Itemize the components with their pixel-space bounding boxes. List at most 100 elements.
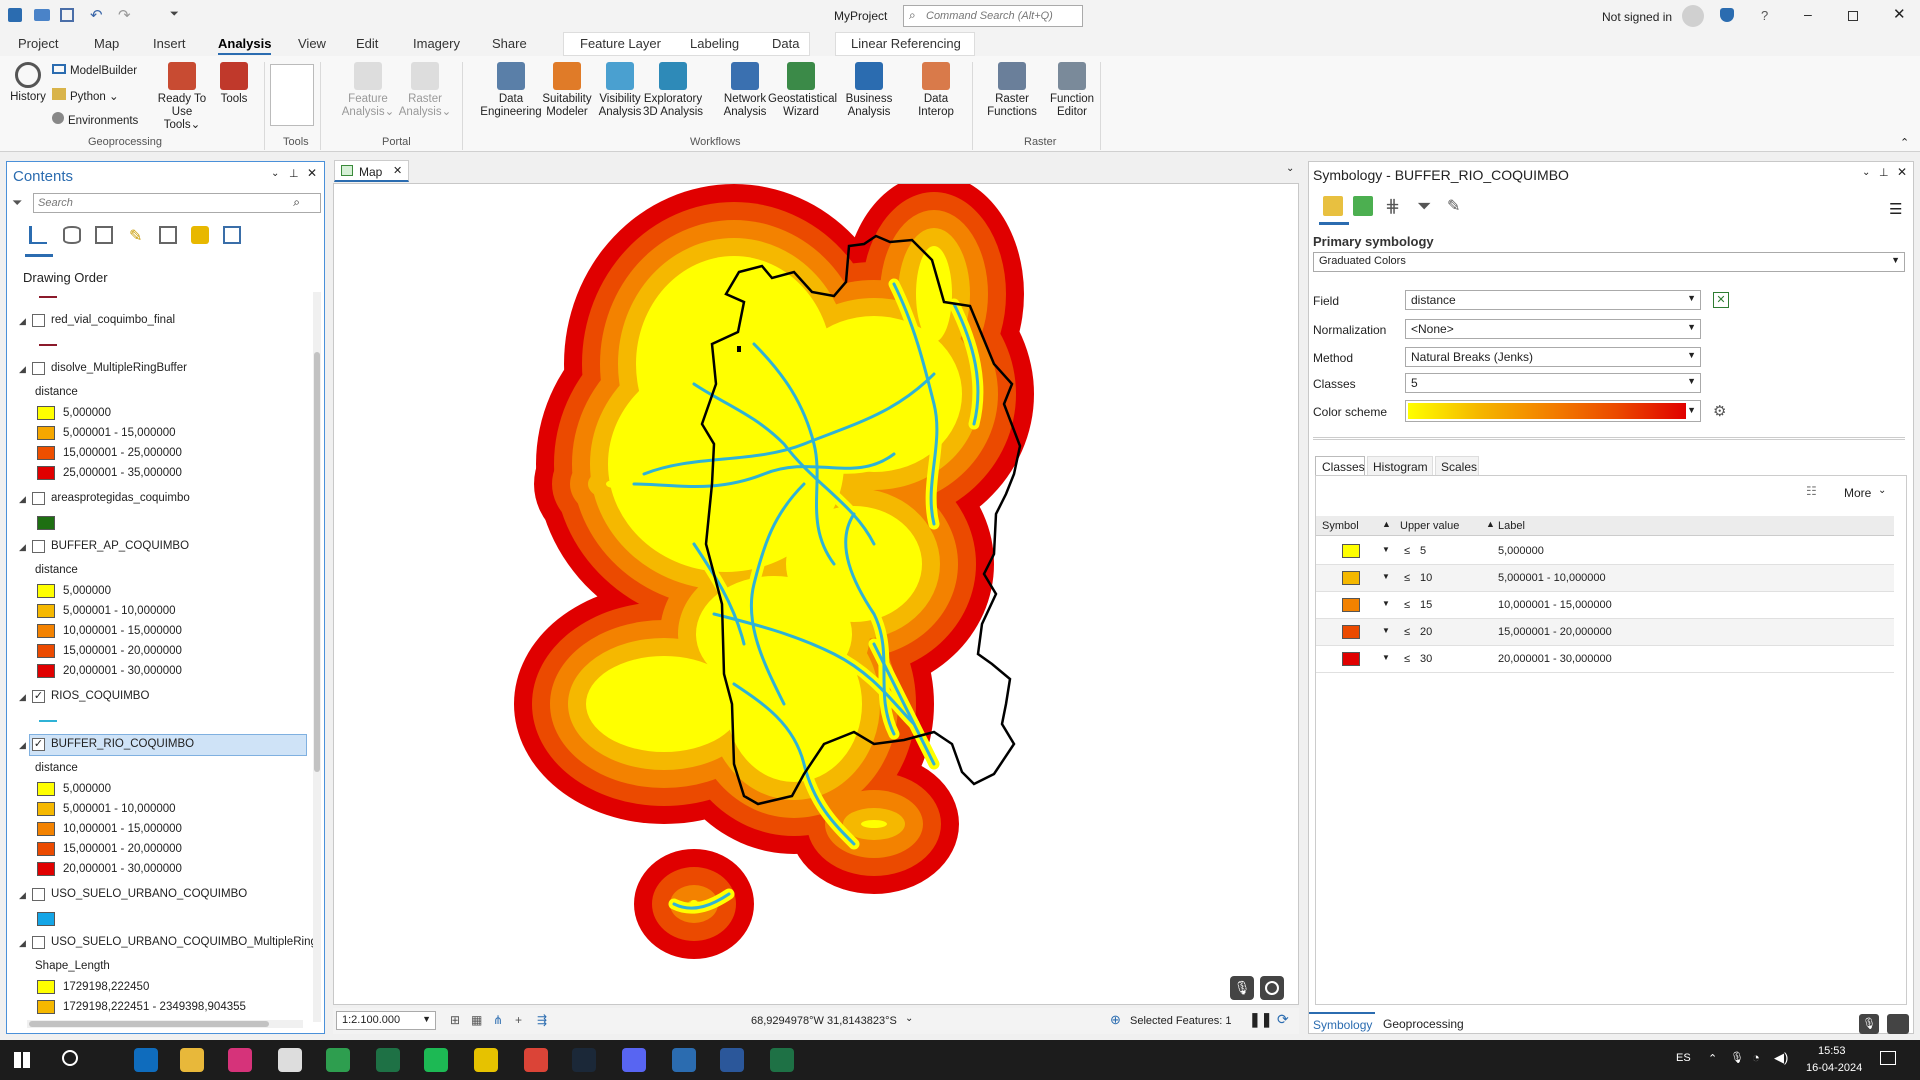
layer-name[interactable]: USO_SUELO_URBANO_COQUIMBO_MultipleRing <box>51 936 317 948</box>
workflow-button-5[interactable]: Geostatistical Wizard <box>768 62 837 119</box>
navigator-button[interactable] <box>1887 1014 1909 1034</box>
vary-symbology-icon[interactable] <box>1353 196 1373 216</box>
layer-visibility-checkbox[interactable] <box>32 314 45 327</box>
class-row[interactable]: ▼ ≤20 15,000001 - 20,000000 <box>1316 619 1894 646</box>
steam-icon[interactable] <box>572 1048 596 1072</box>
color-scheme-settings-icon[interactable]: ⚙ <box>1713 402 1726 420</box>
microphone-button[interactable]: 🎙 <box>1230 976 1254 1000</box>
advanced-icon[interactable]: ✎ <box>1447 196 1460 216</box>
language-indicator[interactable]: ES <box>1676 1052 1691 1064</box>
toc-hscrollbar[interactable] <box>27 1020 303 1028</box>
scale-selector[interactable]: 1:2.100.000 ▼ <box>336 1011 436 1030</box>
tab-feature-layer[interactable]: Feature Layer <box>580 36 661 51</box>
pin-icon[interactable]: ⊥ <box>289 167 299 180</box>
class-swatch[interactable] <box>37 802 55 816</box>
python-button[interactable]: Python ⌄ <box>52 88 119 104</box>
expand-toggle-icon[interactable]: ◢ <box>19 740 26 751</box>
layer-name[interactable]: BUFFER_AP_COQUIMBO <box>51 540 189 552</box>
class-swatch[interactable] <box>37 624 55 638</box>
excel-icon[interactable] <box>376 1048 400 1072</box>
environments-button[interactable]: Environments <box>52 112 138 128</box>
chevron-down-icon[interactable]: ▼ <box>1382 626 1390 635</box>
expand-toggle-icon[interactable]: ◢ <box>19 938 26 949</box>
close-icon[interactable]: ✕ <box>1893 5 1906 23</box>
tab-labeling[interactable]: Labeling <box>690 36 739 51</box>
class-symbol-swatch[interactable] <box>1342 544 1360 558</box>
tools-gallery[interactable] <box>270 64 314 126</box>
pane-menu-icon[interactable]: ⌄ <box>271 168 279 179</box>
workflow-button-3[interactable]: Exploratory 3D Analysis <box>640 62 706 119</box>
close-tab-icon[interactable]: ✕ <box>393 164 402 177</box>
layer-visibility-checkbox[interactable] <box>32 362 45 375</box>
layer-name[interactable]: red_vial_coquimbo_final <box>51 314 175 326</box>
class-swatch[interactable] <box>37 842 55 856</box>
class-row[interactable]: ▼ ≤15 10,000001 - 15,000000 <box>1316 592 1894 619</box>
class-swatch[interactable] <box>37 516 55 530</box>
chevron-down-icon[interactable]: ▼ <box>1382 599 1390 608</box>
expand-toggle-icon[interactable]: ◢ <box>19 364 26 375</box>
sign-in-status[interactable]: Not signed in <box>1602 10 1672 24</box>
col-label[interactable]: Label <box>1498 520 1525 532</box>
search-icon[interactable] <box>62 1050 78 1066</box>
class-swatch[interactable] <box>37 664 55 678</box>
class-swatch[interactable] <box>37 912 55 926</box>
redo-icon[interactable]: ↷ <box>118 6 131 24</box>
filter-icon[interactable]: ⏷ <box>12 195 22 211</box>
class-row[interactable]: ▼ ≤5 5,000000 <box>1316 538 1894 565</box>
map-canvas[interactable] <box>334 184 1299 1005</box>
layer-name[interactable]: USO_SUELO_URBANO_COQUIMBO <box>51 888 247 900</box>
minimize-icon[interactable]: – <box>1804 6 1812 22</box>
pause-drawing-icon[interactable]: ❚❚ <box>1249 1011 1272 1028</box>
class-swatch[interactable] <box>37 426 55 440</box>
expand-toggle-icon[interactable]: ◢ <box>19 542 26 553</box>
pin-icon[interactable]: ⊥ <box>1879 166 1889 179</box>
google-drive-icon[interactable] <box>326 1048 350 1072</box>
layer-name[interactable]: BUFFER_RIO_COQUIMBO <box>51 738 194 750</box>
class-symbol-swatch[interactable] <box>1342 571 1360 585</box>
chevron-down-icon[interactable]: ▼ <box>1382 545 1390 554</box>
user-avatar-icon[interactable] <box>1682 5 1704 27</box>
expand-toggle-icon[interactable]: ◢ <box>19 494 26 505</box>
map-view[interactable]: 🎙 <box>333 183 1299 1005</box>
table-options-icon[interactable]: ☷ <box>1806 484 1817 498</box>
class-swatch[interactable] <box>37 446 55 460</box>
more-menu[interactable]: More <box>1844 486 1871 500</box>
layer-visibility-checkbox[interactable]: ✓ <box>32 738 45 751</box>
raster-button-1[interactable]: Function Editor <box>1042 62 1102 119</box>
splitter[interactable] <box>1313 437 1905 440</box>
raster-button-0[interactable]: Raster Functions <box>982 62 1042 119</box>
workflow-button-7[interactable]: Data Interop <box>903 62 969 119</box>
class-upper-value[interactable]: 10 <box>1420 572 1432 584</box>
tab-linear-referencing[interactable]: Linear Referencing <box>851 36 961 51</box>
bottom-tab-symbology[interactable]: Symbology <box>1309 1012 1375 1034</box>
qat-save-icon[interactable] <box>60 8 74 22</box>
renderer-select[interactable]: Graduated Colors ▼ <box>1313 252 1905 272</box>
symbology-filter-icon[interactable]: ⏷ <box>1417 196 1431 217</box>
discord-icon[interactable] <box>622 1048 646 1072</box>
class-label[interactable]: 10,000001 - 15,000000 <box>1498 599 1612 611</box>
microphone-button[interactable]: 🎙 <box>1859 1014 1879 1034</box>
fixed-zoom-icon[interactable]: ⊞ <box>450 1013 460 1027</box>
class-swatch[interactable] <box>37 584 55 598</box>
raster-analysis-button[interactable]: Raster Analysis⌄ <box>395 62 455 119</box>
spotify-icon[interactable] <box>424 1048 448 1072</box>
scales-subtab[interactable]: Scales <box>1435 456 1479 476</box>
chrome-icon[interactable] <box>524 1048 548 1072</box>
method-select[interactable]: Natural Breaks (Jenks) ▼ <box>1405 347 1701 367</box>
clock-time[interactable]: 15:53 <box>1818 1045 1846 1057</box>
map-tab-list-icon[interactable]: ⌄ <box>1286 163 1294 174</box>
list-by-snapping-icon[interactable] <box>159 226 177 244</box>
app-icon[interactable] <box>474 1048 498 1072</box>
field-select[interactable]: distance ▼ <box>1405 290 1701 310</box>
list-by-source-icon[interactable] <box>63 226 81 244</box>
tab-data[interactable]: Data <box>772 36 799 51</box>
outlook-icon[interactable] <box>134 1048 158 1072</box>
correction-icon[interactable]: ⇶ <box>537 1013 547 1027</box>
list-by-perspective-icon[interactable] <box>223 226 241 244</box>
color-scheme-select[interactable]: ▼ <box>1405 400 1701 422</box>
arcgis-icon[interactable] <box>672 1048 696 1072</box>
notifications-icon[interactable] <box>1720 8 1734 22</box>
symbol-layers-icon[interactable]: ⋕ <box>1385 196 1400 217</box>
grid-icon[interactable]: ▦ <box>471 1013 482 1027</box>
undo-icon[interactable]: ↶ <box>90 6 103 24</box>
